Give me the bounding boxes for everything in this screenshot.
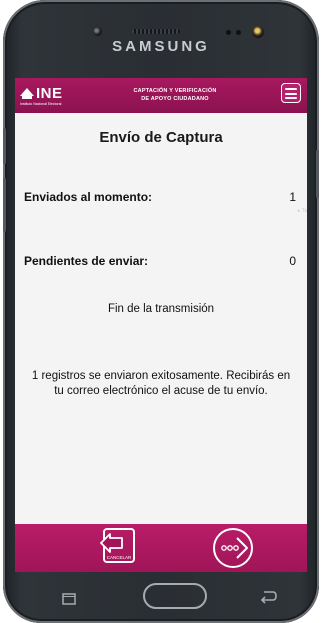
ine-logo-mark-icon <box>20 88 34 96</box>
next-arrow-icon <box>213 528 253 568</box>
back-icon[interactable] <box>259 590 277 604</box>
cancel-label: CANCELAR <box>107 555 132 560</box>
light-sensor <box>236 30 241 35</box>
faint-overlay-mark: ▸ Ta <box>297 208 307 214</box>
app-title-line1: CAPTACIÓN Y VERIFICACIÓN <box>133 88 217 94</box>
page-title: Envío de Captura <box>99 129 223 146</box>
logo-text: INE <box>36 85 63 102</box>
logo-subtext: Instituto Nacional Electoral <box>20 102 62 106</box>
app-screen: INE Instituto Nacional Electoral CAPTACI… <box>15 78 307 572</box>
cancel-button[interactable]: CANCELAR <box>94 526 138 566</box>
front-camera-icon <box>252 26 264 38</box>
app-header: INE Instituto Nacional Electoral CAPTACI… <box>15 78 307 113</box>
success-message: 1 registros se enviaron exitosamente. Re… <box>31 370 291 397</box>
power-key <box>316 150 319 198</box>
app-title-line2: DE APOYO CIUDADANO <box>141 96 209 102</box>
main-content: Envío de Captura Enviados al momento: 1 … <box>15 113 307 524</box>
sensor-icon <box>93 27 102 36</box>
pending-value: 0 <box>289 254 296 268</box>
volume-down-key <box>3 178 6 232</box>
recent-apps-icon[interactable] <box>62 592 76 605</box>
device-brand: SAMSUNG <box>112 38 210 55</box>
pending-label: Pendientes de enviar: <box>24 254 149 268</box>
app-title: CAPTACIÓN Y VERIFICACIÓN DE APOYO CIUDAD… <box>115 87 235 103</box>
home-button[interactable] <box>143 583 207 609</box>
cancel-exit-icon: CANCELAR <box>100 528 135 563</box>
earpiece-speaker <box>132 29 180 34</box>
volume-up-key <box>3 128 6 164</box>
sent-value: 1 <box>289 190 296 204</box>
transmission-status: Fin de la transmisión <box>107 303 215 315</box>
bottom-action-bar: CANCELAR <box>15 524 307 572</box>
ine-logo: INE Instituto Nacional Electoral <box>20 84 82 108</box>
hamburger-menu-icon[interactable] <box>281 83 301 103</box>
sent-label: Enviados al momento: <box>24 190 153 204</box>
next-button[interactable] <box>211 526 255 570</box>
proximity-sensor <box>226 30 231 35</box>
